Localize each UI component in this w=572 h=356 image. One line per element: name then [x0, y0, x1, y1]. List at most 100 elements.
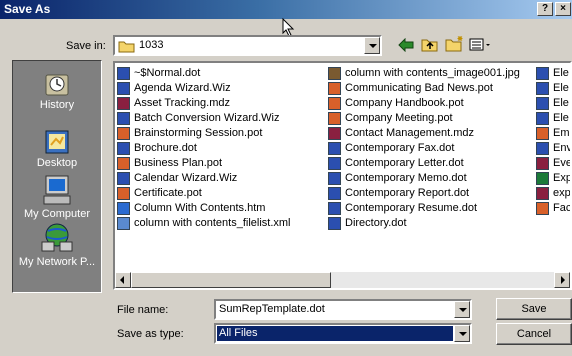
close-button[interactable]: × [555, 2, 571, 16]
file-list-item[interactable]: Ele [536, 81, 570, 96]
image-icon [328, 67, 341, 80]
file-list-item[interactable]: Contemporary Letter.dot [328, 156, 520, 171]
file-name: Directory.dot [345, 217, 407, 229]
file-column: column with contents_image001.jpg Communi… [328, 66, 520, 231]
place-my-network[interactable]: My Network P... [13, 222, 101, 268]
file-name: Contemporary Report.dot [345, 187, 470, 199]
place-desktop[interactable]: Desktop [13, 127, 101, 169]
file-list-item[interactable]: Communicating Bad News.pot [328, 81, 520, 96]
help-button[interactable]: ? [537, 2, 553, 16]
file-list-item[interactable]: Emp [536, 126, 570, 141]
file-list-item[interactable]: Exp [536, 171, 572, 186]
file-list-item[interactable]: Ele [536, 96, 570, 111]
title-bar[interactable]: Save As ? × [0, 0, 572, 19]
file-list-item[interactable]: Env [536, 141, 572, 156]
file-name: Fac [553, 202, 572, 214]
place-label: My Network P... [18, 256, 96, 268]
word-template-icon [117, 67, 130, 80]
file-list-item[interactable]: Contact Management.mdz [328, 126, 520, 141]
wizard-icon [117, 172, 130, 185]
file-name: Contemporary Letter.dot [345, 157, 464, 169]
file-list-item[interactable]: Business Plan.pot [117, 156, 291, 171]
file-list-item[interactable]: column with contents_filelist.xml [117, 216, 291, 231]
file-name: Asset Tracking.mdz [134, 97, 230, 109]
places-bar: History Desktop My Computer My Network P… [12, 60, 102, 293]
chevron-down-icon[interactable] [454, 301, 470, 318]
file-list[interactable]: ~$Normal.dot Agenda Wizard.Wiz Asset Track… [113, 61, 572, 290]
file-list-item[interactable]: Batch Conversion Wizard.Wiz [117, 111, 291, 126]
my-computer-icon [43, 175, 71, 205]
scroll-right-button[interactable] [554, 272, 570, 288]
file-list-item[interactable]: Company Handbook.pot [328, 96, 520, 111]
file-name-label: File name: [117, 304, 169, 316]
chevron-down-icon[interactable] [454, 325, 470, 342]
file-list-item[interactable]: Asset Tracking.mdz [117, 96, 291, 111]
file-column: Ele Ele Ele Ele Emp Env Eve Exp exp Fac [536, 66, 572, 216]
file-list-item[interactable]: Contemporary Resume.dot [328, 201, 520, 216]
file-list-item[interactable]: Brochure.dot [117, 141, 291, 156]
word-template-icon [117, 142, 130, 155]
current-folder: 1033 [139, 39, 164, 51]
back-arrow-icon[interactable] [398, 38, 414, 52]
file-list-item[interactable]: Agenda Wizard.Wiz [117, 81, 291, 96]
horizontal-scrollbar[interactable] [115, 272, 570, 288]
file-name: Contemporary Memo.dot [345, 172, 467, 184]
save-button[interactable]: Save [496, 298, 572, 320]
place-label: My Computer [23, 208, 91, 220]
new-folder-icon[interactable] [445, 35, 465, 52]
views-menu-icon[interactable] [469, 38, 493, 52]
file-list-item[interactable]: Ele [536, 66, 570, 81]
file-name: Brochure.dot [134, 142, 197, 154]
file-list-item[interactable]: Eve [536, 156, 570, 171]
file-list-item[interactable]: Contemporary Fax.dot [328, 141, 520, 156]
save-in-dropdown[interactable]: 1033 [113, 35, 382, 56]
powerpoint-template-icon [117, 157, 130, 170]
file-name: Env [553, 142, 572, 154]
wizard-icon [536, 142, 549, 155]
cancel-button[interactable]: Cancel [496, 323, 572, 345]
scroll-left-button[interactable] [115, 272, 131, 288]
access-wizard-icon [536, 157, 549, 170]
file-list-item[interactable]: exp [536, 186, 571, 201]
wizard-icon [117, 82, 130, 95]
powerpoint-template-icon [328, 112, 341, 125]
place-history[interactable]: History [13, 69, 101, 111]
folder-icon [118, 41, 135, 53]
scroll-thumb[interactable] [131, 272, 331, 288]
chevron-down-icon[interactable] [364, 37, 380, 54]
place-my-computer[interactable]: My Computer [13, 174, 101, 220]
file-list-item[interactable]: Brainstorming Session.pot [117, 126, 291, 141]
word-template-icon [536, 112, 549, 125]
word-template-icon [536, 97, 549, 110]
file-name: Exp [553, 172, 572, 184]
file-name: Certificate.pot [134, 187, 202, 199]
file-list-item[interactable]: Calendar Wizard.Wiz [117, 171, 291, 186]
file-list-item[interactable]: Ele [536, 111, 570, 126]
file-list-item[interactable]: Fac [536, 201, 572, 216]
file-list-item[interactable]: Directory.dot [328, 216, 520, 231]
file-name-value: SumRepTemplate.dot [219, 303, 325, 315]
file-list-item[interactable]: Column With Contents.htm [117, 201, 291, 216]
file-name: Contemporary Resume.dot [345, 202, 478, 214]
file-name: Ele [553, 67, 569, 79]
desktop-icon [45, 130, 69, 154]
powerpoint-template-icon [117, 187, 130, 200]
file-list-item[interactable]: Contemporary Memo.dot [328, 171, 520, 186]
file-list-item[interactable]: Company Meeting.pot [328, 111, 520, 126]
file-list-item[interactable]: ~$Normal.dot [117, 66, 291, 81]
powerpoint-template-icon [536, 127, 549, 140]
file-name-field[interactable]: SumRepTemplate.dot [214, 299, 472, 320]
file-name: exp [553, 187, 571, 199]
file-name: Communicating Bad News.pot [345, 82, 493, 94]
arrow-right-icon [561, 276, 565, 284]
html-icon [117, 202, 130, 215]
file-list-item[interactable]: Certificate.pot [117, 186, 291, 201]
place-label: History [39, 99, 75, 111]
file-name: Contemporary Fax.dot [345, 142, 455, 154]
access-wizard-icon [328, 127, 341, 140]
up-one-level-icon[interactable] [421, 37, 439, 52]
file-list-item[interactable]: Contemporary Report.dot [328, 186, 520, 201]
file-list-item[interactable]: column with contents_image001.jpg [328, 66, 520, 81]
file-name: ~$Normal.dot [134, 67, 201, 79]
save-as-type-dropdown[interactable]: All Files [214, 323, 472, 344]
